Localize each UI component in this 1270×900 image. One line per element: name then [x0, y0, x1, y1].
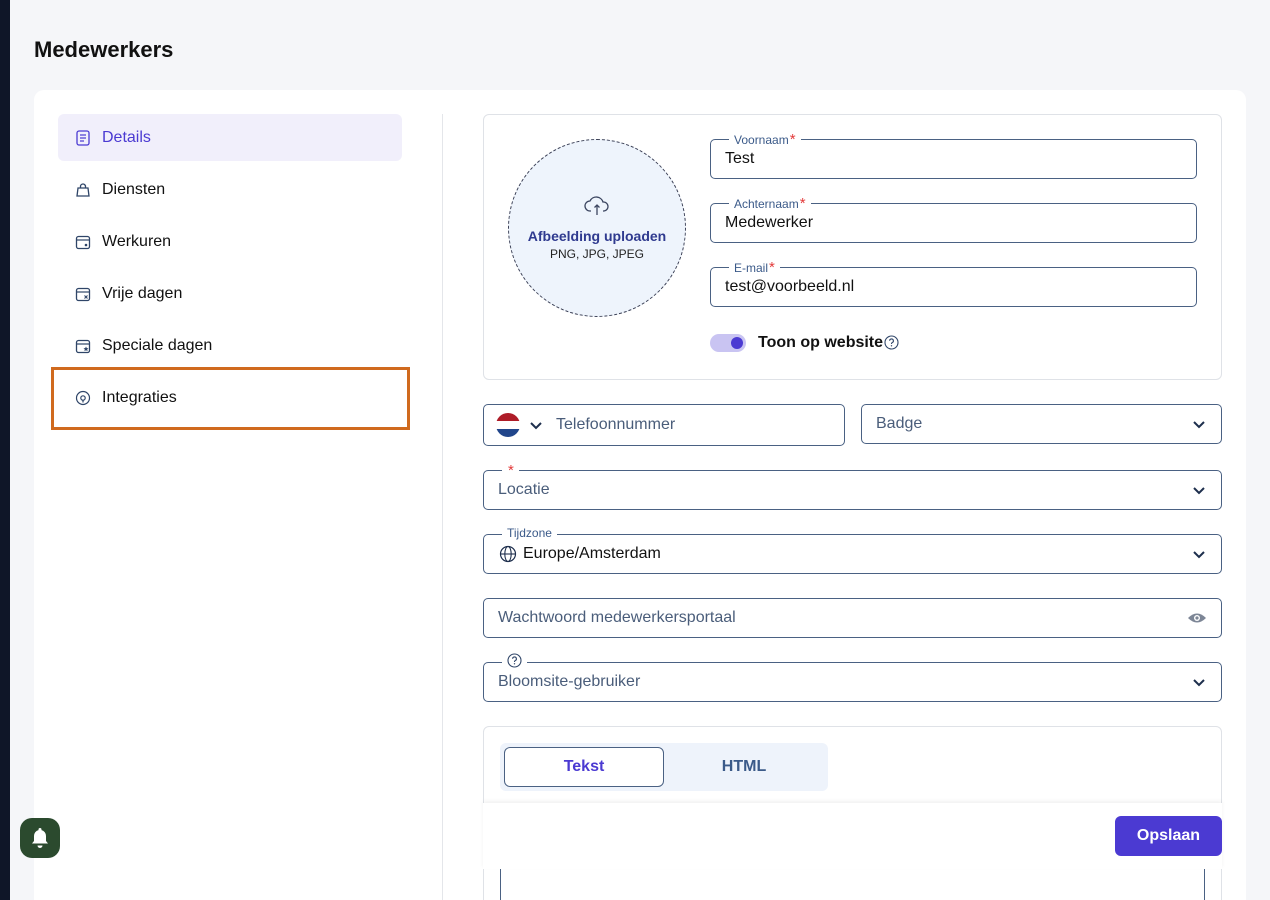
window-edge: [0, 0, 10, 900]
save-bar: [483, 803, 1222, 869]
first-name-field[interactable]: Voornaam* Test: [710, 131, 1197, 179]
badge-placeholder: Badge: [876, 415, 923, 432]
required-marker: *: [769, 259, 775, 276]
sidebar-item-speciale-dagen[interactable]: Speciale dagen: [58, 322, 402, 369]
timezone-select[interactable]: Tijdzone Europe/Amsterdam: [483, 526, 1222, 574]
sidebar-item-details[interactable]: Details: [58, 114, 402, 161]
sidebar-item-vrije-dagen[interactable]: Vrije dagen: [58, 270, 402, 317]
sidebar-item-label: Speciale dagen: [102, 336, 213, 354]
last-name-value: Medewerker: [725, 214, 814, 231]
image-upload-dropzone[interactable]: Afbeelding uploaden PNG, JPG, JPEG: [508, 139, 686, 317]
show-on-website-toggle[interactable]: [710, 334, 746, 352]
bag-icon: [74, 181, 92, 199]
phone-placeholder: Telefoonnummer: [556, 416, 676, 433]
vertical-divider: [442, 114, 443, 900]
password-field[interactable]: Wachtwoord medewerkersportaal: [483, 598, 1222, 638]
highlight-box: [51, 367, 410, 430]
bloomsite-user-placeholder: Bloomsite-gebruiker: [498, 673, 641, 690]
sidebar-item-diensten[interactable]: Diensten: [58, 166, 402, 213]
bell-icon: [29, 826, 51, 850]
required-marker: *: [789, 131, 796, 148]
netherlands-flag-icon[interactable]: [496, 413, 520, 437]
sidebar-item-label: Diensten: [102, 180, 166, 198]
document-icon: [74, 129, 92, 147]
question-icon[interactable]: [884, 335, 899, 355]
first-name-value: Test: [725, 150, 755, 167]
chevron-down-icon: [1191, 482, 1207, 498]
chevron-down-icon[interactable]: [528, 417, 544, 433]
calendar-clock-icon: [74, 233, 92, 251]
toggle-knob: [731, 337, 743, 349]
location-placeholder: Locatie: [498, 481, 550, 498]
first-name-label: Voornaam: [734, 133, 789, 147]
bloomsite-user-select[interactable]: Bloomsite-gebruiker: [483, 653, 1222, 702]
show-on-website-label: Toon op website: [758, 334, 884, 351]
chevron-down-icon: [1191, 416, 1207, 432]
badge-select[interactable]: Badge: [861, 404, 1222, 444]
last-name-field[interactable]: Achternaam* Medewerker: [710, 195, 1197, 243]
password-placeholder: Wachtwoord medewerkersportaal: [498, 609, 736, 626]
timezone-value: Europe/Amsterdam: [523, 545, 661, 562]
phone-field[interactable]: Telefoonnummer: [483, 404, 845, 446]
sidebar-item-label: Werkuren: [102, 232, 172, 250]
sidebar-item-label: Vrije dagen: [102, 284, 183, 302]
globe-icon: [499, 545, 517, 563]
cloud-upload-icon: [584, 195, 610, 222]
last-name-label: Achternaam: [734, 197, 799, 211]
editor-mode-switch: Tekst HTML: [500, 743, 828, 791]
notification-bell-button[interactable]: [20, 818, 60, 858]
editor-text-area[interactable]: [500, 869, 1205, 900]
chevron-down-icon: [1191, 674, 1207, 690]
sidebar-item-label: Details: [102, 128, 151, 146]
timezone-label: Tijdzone: [507, 526, 552, 540]
calendar-x-icon: [74, 285, 92, 303]
sidebar-item-werkuren[interactable]: Werkuren: [58, 218, 402, 265]
upload-title: Afbeelding uploaden: [527, 228, 667, 244]
calendar-star-icon: [74, 337, 92, 355]
email-field[interactable]: E-mail* test@voorbeeld.nl: [710, 259, 1197, 307]
upload-formats: PNG, JPG, JPEG: [549, 247, 645, 261]
chevron-down-icon: [1191, 546, 1207, 562]
required-marker: *: [799, 195, 806, 212]
tab-tekst[interactable]: Tekst: [504, 747, 664, 787]
question-icon[interactable]: [507, 653, 522, 668]
location-select[interactable]: * Locatie: [483, 462, 1222, 510]
page-title: Medewerkers: [34, 37, 174, 62]
tab-html[interactable]: HTML: [664, 747, 824, 787]
email-label: E-mail: [734, 261, 769, 275]
required-marker: *: [508, 462, 514, 479]
save-button[interactable]: Opslaan: [1115, 816, 1222, 856]
eye-icon[interactable]: [1187, 611, 1207, 625]
email-value: test@voorbeeld.nl: [725, 278, 855, 295]
